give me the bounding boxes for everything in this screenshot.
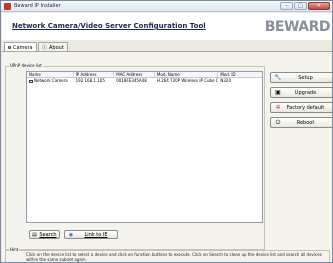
factory-default-button[interactable]: ✲ Factory default: [270, 102, 332, 113]
minimize-button[interactable]: –: [280, 2, 293, 10]
setup-button[interactable]: 🔧 Setup: [270, 72, 332, 83]
tab-radio-icon: [8, 46, 11, 49]
col-header-mac[interactable]: MAC Address: [114, 72, 155, 77]
cell-name-text: Network Camera: [34, 78, 68, 83]
upgrade-button[interactable]: ▣ Upgrade: [270, 87, 332, 98]
close-button[interactable]: ✕: [308, 2, 330, 10]
search-label: Search: [39, 231, 57, 238]
search-button[interactable]: ▤ Search: [29, 230, 60, 239]
factory-gear-icon: ✲: [275, 104, 281, 111]
app-icon: [4, 3, 11, 10]
hint-text: Click on the device list to select a dev…: [26, 252, 322, 262]
reboot-button[interactable]: ⏻ Reboot: [270, 117, 332, 128]
device-list[interactable]: Name IP Address MAC Address Mod. Name Mo…: [26, 71, 263, 223]
app-window: Beward IP Installer – □ ✕ Network Camera…: [0, 0, 333, 263]
reboot-label: Reboot: [296, 119, 315, 126]
group-label: UPnP device list: [9, 63, 43, 68]
link-ie-button[interactable]: ◉ Link to IE: [64, 230, 118, 239]
beward-logo: BEWARD: [264, 19, 331, 35]
cell-mac: 0018FE345A48: [116, 78, 147, 83]
table-row[interactable]: Network Camera 192.168.1.105 0018FE345A4…: [27, 78, 262, 84]
col-header-name[interactable]: Name: [27, 72, 74, 77]
page-title: Network Camera/Video Server Configuratio…: [12, 22, 206, 30]
camera-icon: [29, 79, 33, 83]
wrench-icon: 🔧: [274, 74, 282, 81]
cell-model: H.264 720P Wireless IP Cube Cam...: [156, 78, 219, 83]
col-header-id[interactable]: Mod. ID: [218, 72, 262, 77]
factory-default-label: Factory default: [286, 104, 325, 111]
cell-id: N320: [220, 78, 232, 83]
upgrade-label: Upgrade: [294, 89, 317, 96]
maximize-button[interactable]: □: [294, 2, 307, 10]
group-label: Hint: [9, 247, 20, 252]
col-header-model[interactable]: Mod. Name: [155, 72, 219, 77]
window-title: Beward IP Installer: [14, 3, 61, 9]
col-header-ip[interactable]: IP Address: [74, 72, 115, 77]
link-ie-label: Link to IE: [84, 231, 108, 238]
cell-name: Network Camera: [27, 78, 74, 84]
tab-label: Camera: [13, 44, 33, 51]
tab-label: About: [49, 44, 64, 51]
cell-ip: 192.168.1.105: [75, 78, 105, 83]
info-icon: ⓘ: [42, 45, 48, 51]
upgrade-icon: ▣: [275, 89, 281, 96]
power-icon: ⏻: [275, 118, 281, 126]
setup-label: Setup: [298, 74, 313, 81]
window-controls: – □ ✕: [280, 2, 330, 10]
globe-icon: ◉: [68, 231, 74, 238]
search-icon: ▤: [32, 231, 37, 238]
header: Network Camera/Video Server Configuratio…: [2, 13, 332, 40]
title-bar: Beward IP Installer – □ ✕: [1, 1, 332, 12]
